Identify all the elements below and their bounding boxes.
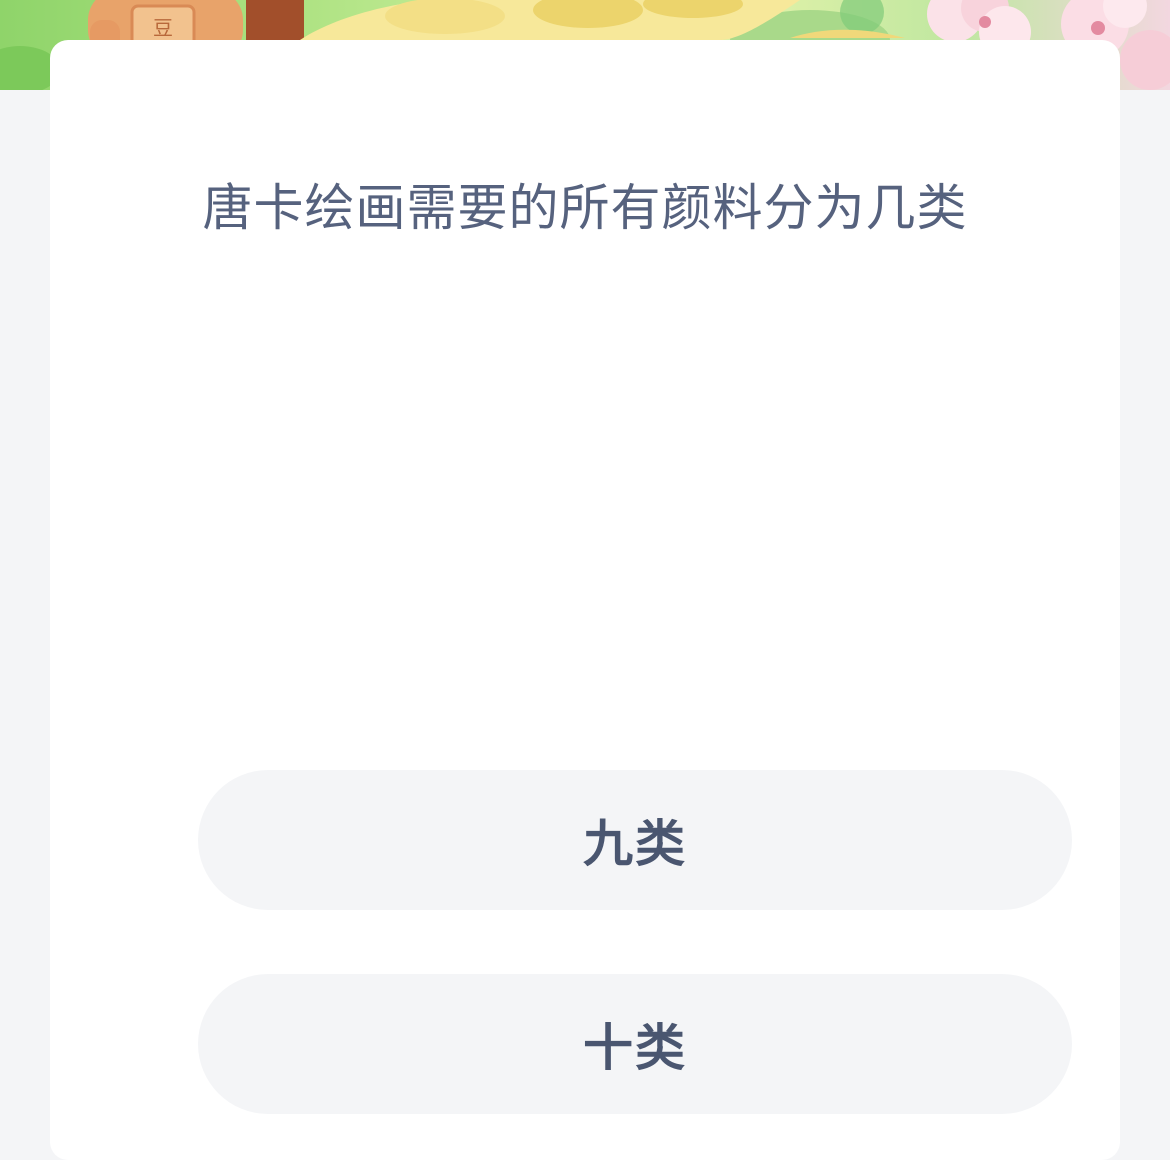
answer-option-label: 十类 — [583, 1019, 687, 1077]
answer-option-label: 九类 — [583, 815, 687, 873]
question-text: 唐卡绘画需要的所有颜料分为几类 — [202, 179, 968, 237]
answer-option-2[interactable]: 十类 — [198, 974, 1072, 1114]
question-card: 唐卡绘画需要的所有颜料分为几类 九类 十类 — [50, 40, 1120, 1160]
svg-text:豆: 豆 — [153, 16, 173, 40]
answer-option-1[interactable]: 九类 — [198, 770, 1072, 910]
